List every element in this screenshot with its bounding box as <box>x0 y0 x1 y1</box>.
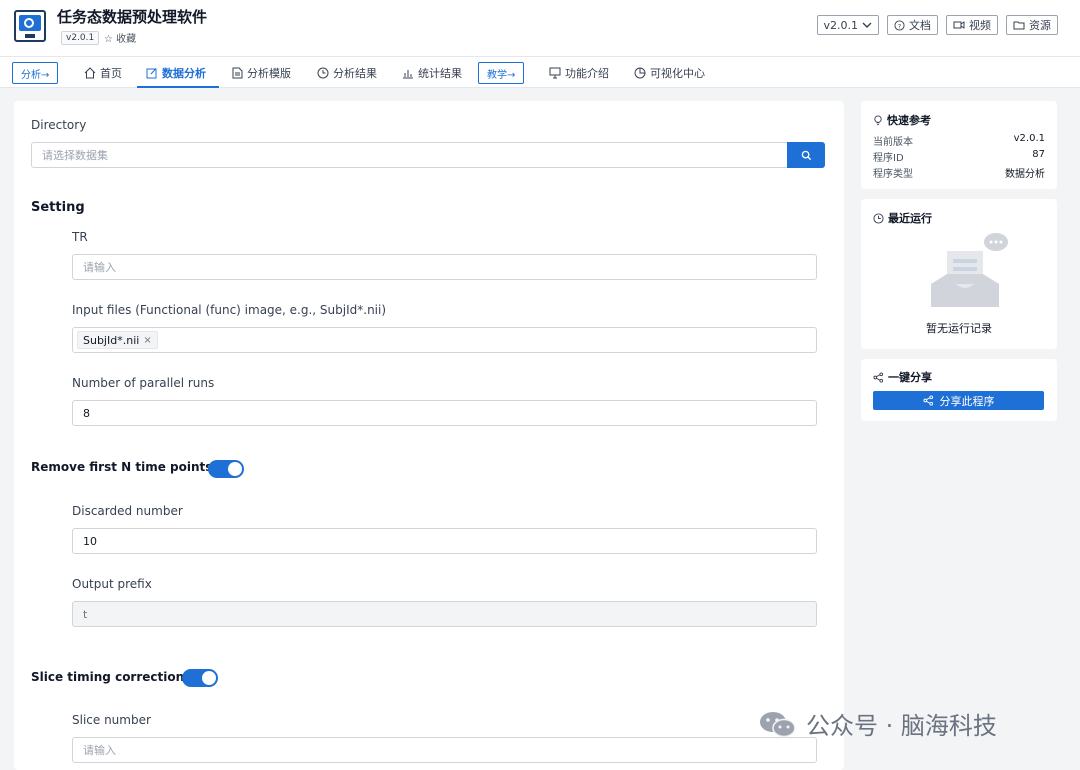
directory-input[interactable]: 请选择数据集 <box>31 142 788 168</box>
tab-stat-results[interactable]: 统计结果 <box>402 65 462 81</box>
slice-timing-title: Slice timing correction <box>31 670 185 684</box>
output-prefix-label: Output prefix <box>72 577 152 591</box>
history-icon <box>873 212 884 224</box>
video-label: 视频 <box>969 19 991 32</box>
tr-label: TR <box>72 230 88 244</box>
empty-inbox-icon <box>931 233 1008 307</box>
edit-icon <box>146 68 157 79</box>
version-select[interactable]: v2.0.1 <box>816 15 879 35</box>
help-circle-icon: ? <box>894 19 905 31</box>
input-files-field[interactable]: SubjId*.nii × <box>72 327 817 353</box>
quick-reference-title: 快速参考 <box>873 112 931 128</box>
tab-feature-intro-label: 功能介绍 <box>565 67 609 80</box>
quick-ref-row: 当前版本 v2.0.1 <box>873 133 1045 148</box>
quick-ref-row: 程序类型 数据分析 <box>873 169 1045 180</box>
tab-data-analysis-label: 数据分析 <box>162 67 206 80</box>
tag-teach[interactable]: 教学→ <box>478 62 525 84</box>
share-icon <box>873 371 884 383</box>
video-button[interactable]: 视频 <box>946 15 998 35</box>
remove-timepoints-toggle[interactable] <box>208 460 244 478</box>
tab-feature-intro[interactable]: 功能介绍 <box>549 65 609 81</box>
tag-analysis[interactable]: 分析→ <box>12 62 59 84</box>
remove-timepoints-title: Remove first N time points <box>31 460 213 474</box>
share-program-button[interactable]: 分享此程序 <box>873 391 1044 410</box>
directory-label: Directory <box>31 118 87 132</box>
input-files-chip: SubjId*.nii × <box>77 331 158 349</box>
wechat-icon <box>760 711 796 737</box>
version-select-value: v2.0.1 <box>823 18 859 32</box>
bar-chart-icon <box>403 70 413 79</box>
discarded-number-input[interactable]: 10 <box>72 528 817 554</box>
app-title: 任务态数据预处理软件 <box>57 8 208 26</box>
quick-reference-title-text: 快速参考 <box>887 114 931 127</box>
tab-analysis-template-label: 分析模版 <box>247 67 291 80</box>
tab-home-label: 首页 <box>100 67 122 80</box>
resources-label: 资源 <box>1029 19 1051 32</box>
main-form-card: Directory 请选择数据集 Setting TR 请输入 Input fi… <box>14 101 844 770</box>
directory-search-button[interactable] <box>787 142 825 168</box>
parallel-runs-input[interactable]: 8 <box>72 400 817 426</box>
share-card: 一键分享 分享此程序 <box>861 359 1057 421</box>
active-tab-indicator <box>137 86 219 88</box>
docs-label: 文档 <box>909 19 931 32</box>
app-header: 任务态数据预处理软件 v2.0.1 ☆ 收藏 v2.0.1 ? 文档 视频 资源 <box>0 0 1080 56</box>
watermark-text: 公众号 · 脑海科技 <box>806 712 997 740</box>
favorite-button[interactable]: ☆ 收藏 <box>104 30 136 45</box>
clock-icon <box>317 67 329 79</box>
tab-visual-center-label: 可视化中心 <box>650 67 705 80</box>
video-icon <box>953 21 965 29</box>
tab-home[interactable]: 首页 <box>84 65 122 81</box>
share-title-text: 一键分享 <box>888 371 932 384</box>
share-title: 一键分享 <box>873 369 932 385</box>
input-files-chip-label: SubjId*.nii <box>83 333 140 347</box>
slice-number-input[interactable]: 请输入 <box>72 737 817 763</box>
tr-input[interactable]: 请输入 <box>72 254 817 280</box>
input-files-label: Input files (Functional (func) image, e.… <box>72 303 387 317</box>
presentation-icon <box>549 67 561 79</box>
slice-number-label: Slice number <box>72 713 151 727</box>
version-badge: v2.0.1 <box>61 31 100 45</box>
share-program-label: 分享此程序 <box>939 394 995 408</box>
lightbulb-icon <box>874 114 882 125</box>
svg-text:?: ? <box>898 22 901 30</box>
main-nav: 分析→ 首页 数据分析 分析模版 分析结果 统计结果 教学→ 功能介绍 可视化中… <box>0 56 1080 88</box>
folder-icon <box>1013 21 1025 30</box>
share-icon <box>922 395 933 406</box>
empty-runs-text: 暂无运行记录 <box>926 322 992 335</box>
quick-ref-row: 程序ID 87 <box>873 149 1045 164</box>
docs-button[interactable]: ? 文档 <box>887 15 938 35</box>
slice-timing-toggle[interactable] <box>182 669 218 687</box>
recent-runs-card: 最近运行 暂无运行记录 <box>861 199 1057 349</box>
resources-button[interactable]: 资源 <box>1006 15 1058 35</box>
chip-close-icon[interactable]: × <box>143 335 151 346</box>
tab-stat-results-label: 统计结果 <box>418 67 462 80</box>
setting-section-title: Setting <box>31 200 85 215</box>
home-icon <box>84 67 96 79</box>
wechat-watermark: 公众号 · 脑海科技 <box>758 706 997 741</box>
recent-runs-title-text: 最近运行 <box>888 212 932 225</box>
app-logo-icon <box>14 10 46 42</box>
output-prefix-input: t <box>72 601 817 627</box>
tab-analysis-template[interactable]: 分析模版 <box>232 65 291 81</box>
recent-runs-title: 最近运行 <box>873 210 932 226</box>
tab-analysis-results[interactable]: 分析结果 <box>317 65 377 81</box>
search-icon <box>801 150 811 160</box>
quick-reference-card: 快速参考 当前版本 v2.0.1 程序ID 87 程序类型 数据分析 <box>861 101 1057 189</box>
parallel-runs-label: Number of parallel runs <box>72 376 215 390</box>
document-icon <box>232 67 243 79</box>
tab-visual-center[interactable]: 可视化中心 <box>634 65 705 81</box>
tab-data-analysis[interactable]: 数据分析 <box>146 65 206 81</box>
tab-analysis-results-label: 分析结果 <box>333 67 377 80</box>
chevron-down-icon <box>862 22 872 28</box>
discarded-number-label: Discarded number <box>72 504 183 518</box>
pie-chart-icon <box>634 67 646 79</box>
